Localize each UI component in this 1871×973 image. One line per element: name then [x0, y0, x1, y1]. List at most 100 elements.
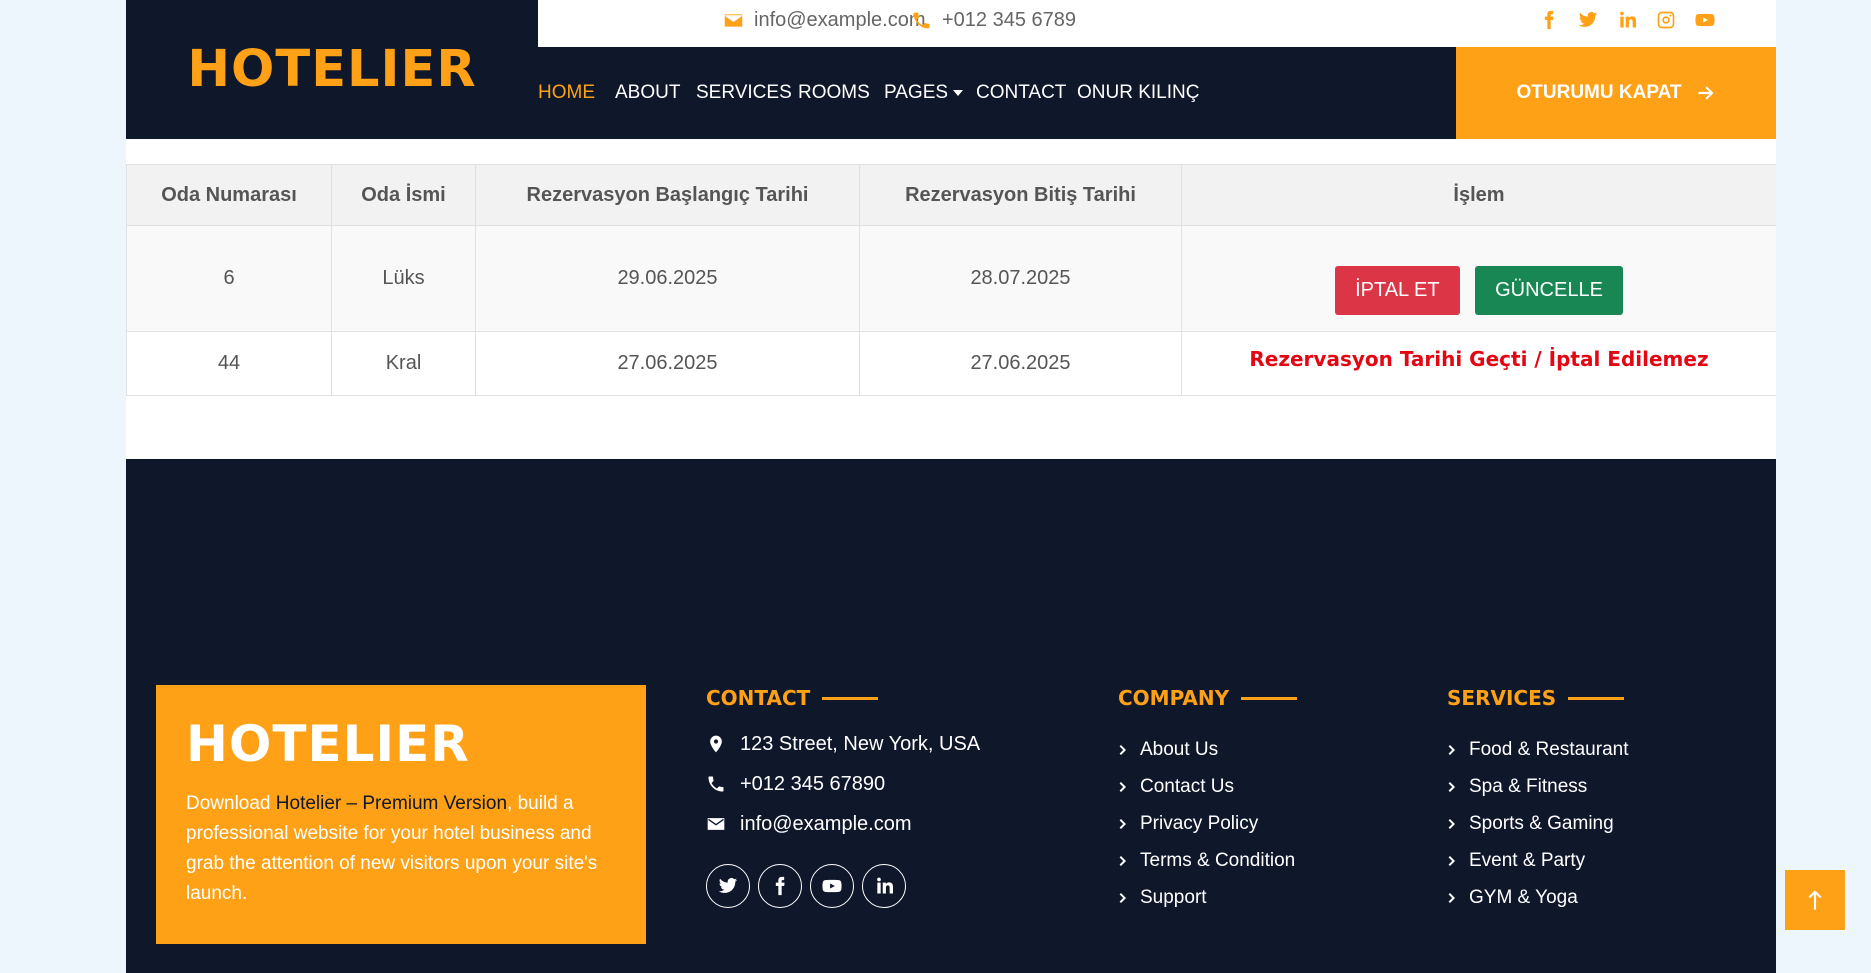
- header-end-date: Rezervasyon Bitiş Tarihi: [859, 164, 1182, 226]
- nav-rooms[interactable]: ROOMS: [798, 47, 870, 139]
- caret-down-icon: [953, 90, 964, 96]
- table-row: 6 Lüks 29.06.2025 28.07.2025 İPTAL ET GÜ…: [126, 225, 1776, 332]
- company-link-privacy[interactable]: Privacy Policy: [1118, 805, 1297, 842]
- cell-actions: Rezervasyon Tarihi Geçti / İptal Edileme…: [1181, 331, 1776, 396]
- footer: HOTELIER Download Hotelier – Premium Ver…: [126, 459, 1776, 973]
- cell-room-name: Lüks: [331, 225, 476, 332]
- footer-address-text: 123 Street, New York, USA: [740, 732, 981, 755]
- promo-text-start: Download: [186, 793, 276, 814]
- nav-pages-dropdown[interactable]: PAGES: [884, 47, 964, 139]
- twitter-icon[interactable]: [706, 864, 750, 908]
- chevron-right-icon: [1119, 892, 1126, 903]
- cancel-reservation-button[interactable]: İPTAL ET: [1335, 266, 1460, 315]
- nav-contact[interactable]: CONTACT: [976, 47, 1066, 139]
- chevron-right-icon: [1448, 855, 1455, 866]
- update-reservation-button[interactable]: GÜNCELLE: [1475, 266, 1623, 315]
- header-room-name: Oda İsmi: [331, 164, 476, 226]
- footer-promo-text: Download Hotelier – Premium Version, bui…: [186, 789, 616, 909]
- chevron-right-icon: [1119, 818, 1126, 829]
- service-link-food[interactable]: Food & Restaurant: [1447, 731, 1628, 768]
- cell-end-date: 28.07.2025: [859, 225, 1182, 332]
- heading-underline: [822, 696, 879, 700]
- header-action: İşlem: [1181, 164, 1776, 226]
- heading-underline: [1241, 696, 1298, 700]
- cell-actions: İPTAL ET GÜNCELLE: [1181, 225, 1776, 332]
- topbar-email-text: info@example.com: [754, 9, 926, 31]
- link-label: Support: [1140, 886, 1207, 908]
- footer-phone-text: +012 345 67890: [740, 772, 886, 795]
- link-label: About Us: [1140, 738, 1219, 760]
- link-label: Food & Restaurant: [1469, 738, 1629, 760]
- link-label: Sports & Gaming: [1469, 812, 1614, 834]
- brand-logo[interactable]: HOTELIER: [126, 0, 538, 139]
- footer-address: 123 Street, New York, USA: [706, 732, 980, 756]
- chevron-right-icon: [1448, 744, 1455, 755]
- footer-services-heading: SERVICES: [1447, 684, 1628, 712]
- linkedin-icon[interactable]: [1616, 9, 1638, 31]
- link-label: GYM & Yoga: [1469, 886, 1578, 908]
- table-row: 44 Kral 27.06.2025 27.06.2025 Rezervasyo…: [126, 331, 1776, 396]
- youtube-icon[interactable]: [810, 864, 854, 908]
- link-label: Contact Us: [1140, 775, 1234, 797]
- footer-company-heading: COMPANY: [1118, 684, 1298, 712]
- company-link-contact[interactable]: Contact Us: [1118, 768, 1297, 805]
- facebook-icon[interactable]: [1538, 9, 1560, 31]
- envelope-icon: [724, 14, 743, 27]
- chevron-right-icon: [1119, 855, 1126, 866]
- youtube-icon[interactable]: [1694, 9, 1716, 31]
- nav-about[interactable]: ABOUT: [615, 47, 680, 139]
- link-label: Terms & Condition: [1140, 849, 1296, 871]
- link-label: Spa & Fitness: [1469, 775, 1588, 797]
- footer-promo-card: HOTELIER Download Hotelier – Premium Ver…: [156, 685, 646, 944]
- footer-contact-heading: CONTACT: [706, 684, 980, 712]
- main-navbar: HOME ABOUT SERVICES ROOMS PAGES CONTACT …: [538, 47, 1581, 139]
- page: HOTELIER info@example.com +012 345 6789 …: [126, 0, 1776, 973]
- chevron-right-icon: [1119, 744, 1126, 755]
- instagram-icon[interactable]: [1655, 9, 1677, 31]
- service-link-event[interactable]: Event & Party: [1447, 842, 1628, 879]
- brand-name: HOTELIER: [187, 40, 477, 99]
- footer-socials: [706, 864, 980, 908]
- cancel-unavailable-notice: Rezervasyon Tarihi Geçti / İptal Edileme…: [1249, 347, 1709, 371]
- company-link-terms[interactable]: Terms & Condition: [1118, 842, 1297, 879]
- service-link-sports[interactable]: Sports & Gaming: [1447, 805, 1628, 842]
- nav-pages-label: PAGES: [884, 82, 949, 103]
- service-link-gym[interactable]: GYM & Yoga: [1447, 879, 1628, 916]
- cell-end-date: 27.06.2025: [859, 331, 1182, 396]
- header-start-date: Rezervasyon Başlangıç Tarihi: [475, 164, 860, 226]
- services-links: Food & Restaurant Spa & Fitness Sports &…: [1447, 731, 1628, 916]
- table-header-row: Oda Numarası Oda İsmi Rezervasyon Başlan…: [126, 164, 1776, 226]
- footer-services-column: SERVICES Food & Restaurant Spa & Fitness…: [1447, 684, 1628, 916]
- phone-icon: [708, 776, 724, 792]
- topbar-phone: +012 345 6789: [911, 9, 1076, 32]
- heading-underline: [1568, 696, 1625, 700]
- chevron-right-icon: [1119, 781, 1126, 792]
- footer-email-text: info@example.com: [740, 812, 912, 835]
- arrow-up-icon: [1808, 890, 1822, 910]
- footer-phone: +012 345 67890: [706, 772, 980, 796]
- company-link-about[interactable]: About Us: [1118, 731, 1297, 768]
- service-link-spa[interactable]: Spa & Fitness: [1447, 768, 1628, 805]
- premium-version-link[interactable]: Hotelier – Premium Version: [276, 793, 507, 814]
- footer-company-column: COMPANY About Us Contact Us Privacy Poli…: [1118, 684, 1298, 916]
- logout-button[interactable]: OTURUMU KAPAT: [1456, 47, 1776, 139]
- topbar-phone-text: +012 345 6789: [942, 9, 1077, 31]
- footer-email: info@example.com: [706, 812, 980, 836]
- logout-label: OTURUMU KAPAT: [1516, 82, 1682, 103]
- facebook-icon[interactable]: [758, 864, 802, 908]
- footer-services-heading-text: SERVICES: [1447, 686, 1557, 710]
- linkedin-icon[interactable]: [862, 864, 906, 908]
- chevron-right-icon: [1448, 818, 1455, 829]
- cell-start-date: 29.06.2025: [475, 225, 860, 332]
- nav-user-profile[interactable]: ONUR KILINÇ: [1077, 47, 1199, 139]
- company-links: About Us Contact Us Privacy Policy Terms…: [1118, 731, 1297, 916]
- nav-home[interactable]: HOME: [538, 47, 595, 139]
- twitter-icon[interactable]: [1577, 9, 1599, 31]
- back-to-top-button[interactable]: [1785, 870, 1845, 930]
- footer-brand-title: HOTELIER: [186, 715, 470, 773]
- company-link-support[interactable]: Support: [1118, 879, 1297, 916]
- link-label: Privacy Policy: [1140, 812, 1259, 834]
- nav-services[interactable]: SERVICES: [696, 47, 792, 139]
- chevron-right-icon: [1448, 892, 1455, 903]
- chevron-right-icon: [1448, 781, 1455, 792]
